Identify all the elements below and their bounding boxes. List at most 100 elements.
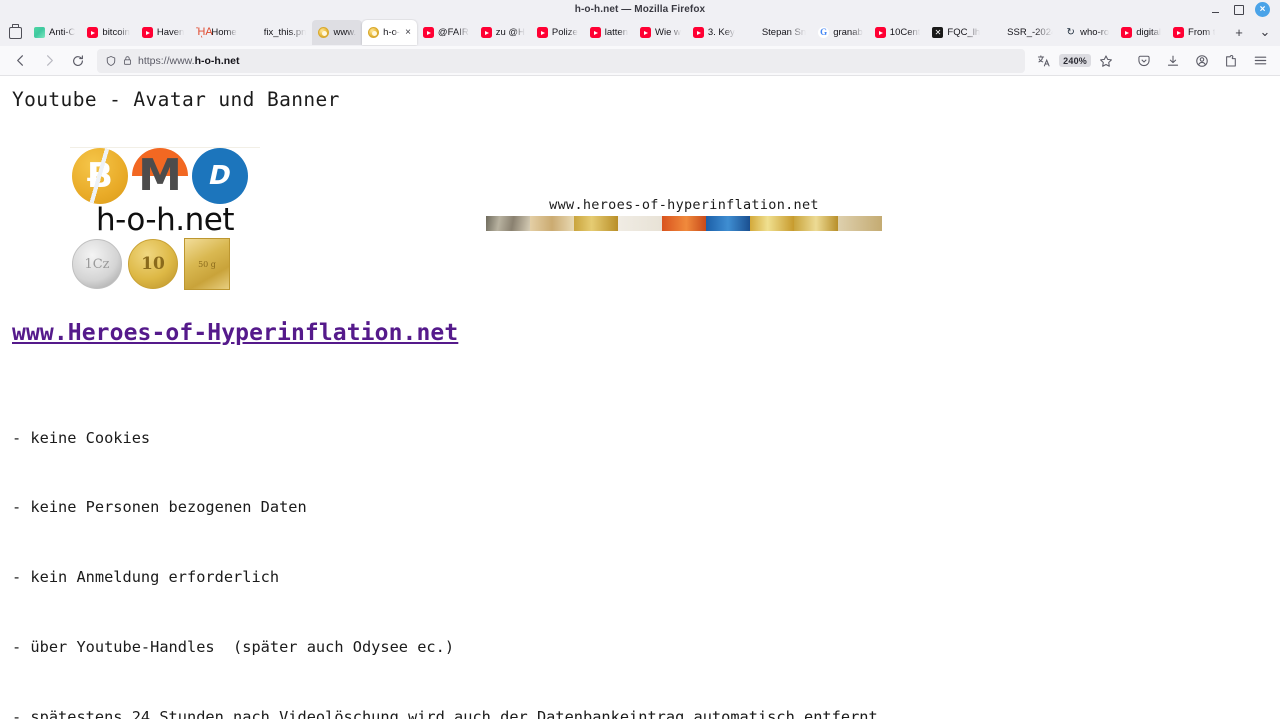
close-window-button[interactable]: ×	[1255, 2, 1270, 17]
browser-tab[interactable]: Stepan Sn	[741, 20, 812, 45]
tab-strip: Anti-C bitcoin Haven ᾘA Home fix_this.pn www. h…	[0, 19, 1280, 46]
zoom-level-indicator[interactable]: 240%	[1059, 54, 1091, 67]
url-text[interactable]: https://www.h-o-h.net	[138, 55, 240, 67]
youtube-icon	[874, 27, 886, 38]
euro-10-cent-coin-icon: 10	[128, 239, 178, 289]
browser-tab[interactable]: Polize	[531, 20, 584, 45]
firefox-view-button[interactable]	[2, 20, 28, 45]
monero-m-glyph: M	[138, 150, 182, 202]
minimize-button[interactable]	[1209, 3, 1222, 16]
refresh-blue-icon: ↻	[1066, 27, 1075, 38]
browser-tab[interactable]: Ggranab	[812, 20, 869, 45]
tab-close-icon[interactable]: ×	[405, 27, 411, 38]
shield-icon[interactable]	[105, 55, 117, 67]
window-title: h-o-h.net — Mozilla Firefox	[574, 4, 706, 15]
tab-label: @FAIR	[437, 27, 469, 38]
dash-logo-icon: D	[192, 148, 248, 204]
browser-tab[interactable]: ✕ FQC_lh	[926, 20, 986, 45]
browser-tab[interactable]: fix_this.pn	[243, 20, 313, 45]
maximize-button[interactable]	[1232, 3, 1245, 16]
dash-d-glyph: D	[206, 161, 234, 191]
reload-button[interactable]	[64, 48, 92, 74]
tab-label: Home	[211, 27, 237, 38]
lock-icon[interactable]	[122, 55, 133, 66]
banner-title: www.heroes-of-hyperinflation.net	[549, 197, 819, 213]
url-bar[interactable]: https://www.h-o-h.net	[97, 48, 1026, 73]
banner-strip-segment	[794, 216, 838, 231]
avatar-title: h-o-h.net	[95, 202, 235, 238]
banner-strip-segment	[838, 216, 882, 231]
tab-label: who-ro	[1080, 27, 1110, 38]
urlbar-actions: 240%	[1030, 48, 1274, 74]
heroes-of-hyperinflation-link[interactable]: www.Heroes-of-Hyperinflation.net	[12, 320, 458, 346]
browser-tab[interactable]: 10Cent	[869, 20, 927, 45]
monero-logo-icon: M	[132, 148, 188, 204]
tab-label: SSR_-2024	[1007, 27, 1054, 38]
blank-icon	[747, 27, 758, 38]
media-row: Ƀ M D h-o-h.net 1Cz 10 50 g www.heroes-o…	[12, 141, 1280, 306]
extensions-icon[interactable]	[1217, 48, 1245, 74]
browser-tab[interactable]: latten	[584, 20, 634, 45]
list-all-tabs-icon[interactable]: ⌄	[1252, 20, 1278, 44]
list-item: - keine Personen bezogenen Daten	[12, 498, 307, 517]
blank-icon	[249, 27, 260, 38]
youtube-icon	[1121, 27, 1133, 38]
browser-tab[interactable]: ᾘA Home	[190, 20, 242, 45]
browser-tab[interactable]: ↻ who-ro	[1059, 20, 1115, 45]
tab-label: fix_this.pn	[263, 27, 307, 38]
youtube-icon	[422, 27, 434, 38]
bitcoin-logo-icon: Ƀ	[72, 148, 128, 204]
youtube-icon	[536, 27, 548, 38]
new-tab-button[interactable]: +	[1226, 20, 1252, 44]
list-item: - über Youtube-Handles (später auch Odys…	[12, 638, 455, 657]
banner: www.heroes-of-hyperinflation.net	[486, 197, 882, 231]
tab-label: Wie w	[655, 27, 681, 38]
banner-strip-segment	[750, 216, 794, 231]
browser-tab[interactable]: @FAIR	[417, 20, 475, 45]
gold-bar-icon: 50 g	[184, 238, 230, 290]
youtube-icon	[480, 27, 492, 38]
youtube-icon	[1173, 27, 1185, 38]
tab-label: 3. Key	[707, 27, 735, 38]
tab-label: www.	[333, 27, 357, 38]
browser-tab[interactable]: zu @H	[475, 20, 531, 45]
bookmark-star-icon[interactable]	[1092, 48, 1120, 74]
browser-tab[interactable]: bitcoin	[81, 20, 135, 45]
translate-icon[interactable]	[1030, 48, 1058, 74]
list-item: - kein Anmeldung erforderlich	[12, 568, 280, 587]
list-item: - keine Cookies	[12, 428, 151, 447]
forward-button[interactable]	[35, 48, 63, 74]
features-list: - keine Cookies - keine Personen bezogen…	[12, 380, 1280, 719]
banner-strip-segment	[486, 216, 530, 231]
downloads-icon[interactable]	[1159, 48, 1187, 74]
app-menu-icon[interactable]	[1246, 48, 1274, 74]
tab-label: Polize	[551, 27, 578, 38]
banner-strip-segment	[530, 216, 574, 231]
page-title: Youtube - Avatar und Banner	[12, 88, 340, 111]
back-button[interactable]	[6, 48, 34, 74]
save-to-pocket-icon[interactable]	[1130, 48, 1158, 74]
browser-tab[interactable]: digital	[1115, 20, 1167, 45]
avatar: Ƀ M D h-o-h.net 1Cz 10 50 g	[70, 147, 260, 290]
browser-tab[interactable]: 3. Key	[687, 20, 741, 45]
browser-tab[interactable]: Haven	[136, 20, 190, 45]
browser-tab[interactable]: SSR_-2024	[986, 20, 1059, 45]
silver-coin-icon: 1Cz	[72, 239, 122, 289]
youtube-icon	[692, 27, 704, 38]
blank-icon	[992, 27, 1003, 38]
account-icon[interactable]	[1188, 48, 1216, 74]
tab-label: latten	[604, 27, 628, 38]
browser-tab[interactable]: From t	[1167, 20, 1221, 45]
tab-label: bitcoin	[102, 27, 130, 38]
tab-label: h-o-	[383, 27, 401, 38]
youtube-icon	[640, 27, 651, 38]
tab-label: Haven	[156, 27, 185, 38]
browser-tab[interactable]: Wie w	[634, 20, 687, 45]
youtube-icon	[589, 27, 601, 38]
banner-coin-strip	[486, 216, 882, 231]
browser-tab[interactable]: h-o- ×	[362, 20, 417, 45]
window-controls: ×	[1209, 0, 1276, 19]
browser-tab[interactable]: www.	[312, 20, 363, 45]
browser-tab[interactable]: Anti-C	[28, 20, 81, 45]
